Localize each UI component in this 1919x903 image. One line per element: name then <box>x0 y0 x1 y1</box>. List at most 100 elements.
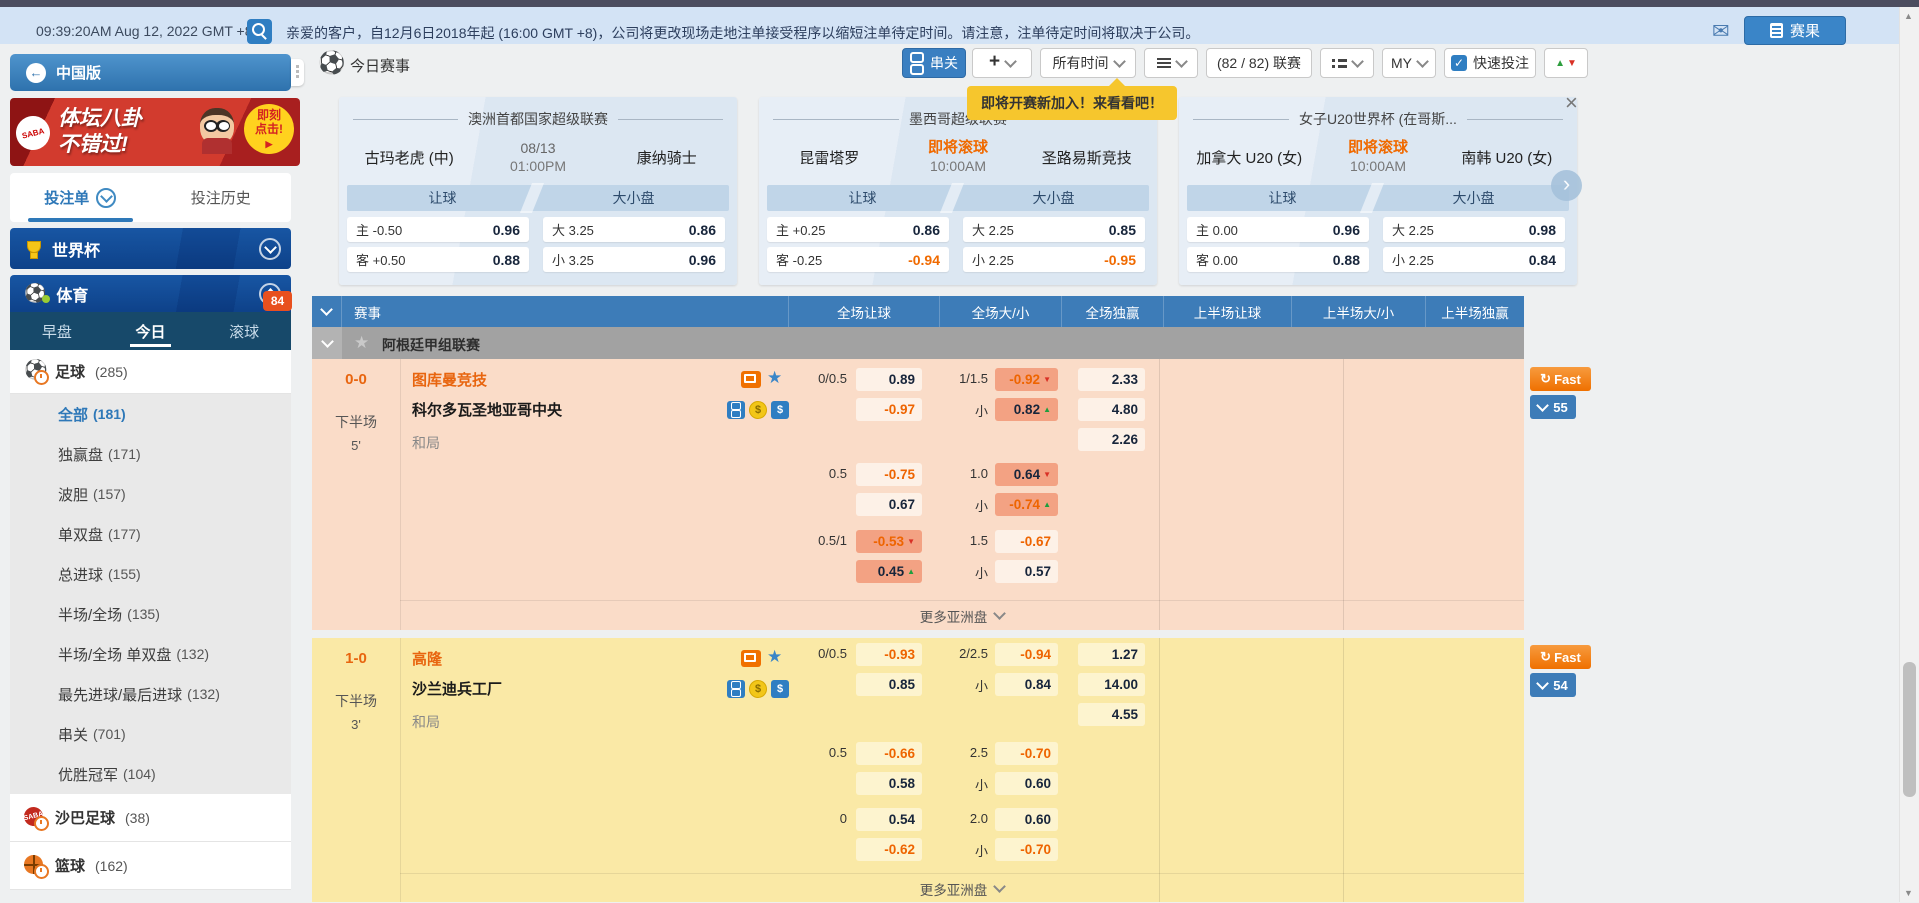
sidebar-item-first-last-goal[interactable]: 最先进球/最后进球(132) <box>10 674 291 714</box>
worldcup-section-button[interactable]: 世界杯 <box>10 228 291 269</box>
league-filter-button[interactable]: (82 / 82) 联赛 <box>1206 48 1312 78</box>
sidebar-item-football[interactable]: ⚽ 足球 (285) <box>10 350 291 394</box>
odds-cell[interactable]: -0.75 <box>856 463 922 486</box>
odds-cell[interactable]: -0.97 <box>856 398 922 421</box>
odds-cell[interactable]: 主 0.000.96 <box>1187 217 1369 242</box>
odds-cell[interactable]: -0.70 <box>995 742 1058 765</box>
view-mode-dropdown[interactable] <box>1320 48 1374 78</box>
results-button[interactable]: 赛果 <box>1744 16 1846 45</box>
fast-bet-button[interactable]: ↻Fast <box>1530 645 1591 669</box>
odds-cell[interactable]: 大 3.250.86 <box>543 217 725 242</box>
sports-section-button[interactable]: ⚽ 体育 <box>10 275 291 312</box>
search-button[interactable] <box>247 19 272 44</box>
favorite-star-icon[interactable]: ★ <box>767 647 782 667</box>
promo-banner[interactable]: SABA 体坛八卦不错过! 即刻点击! ▶ <box>10 98 300 166</box>
sidebar-drag-handle[interactable] <box>291 59 304 86</box>
parlay-available-icon[interactable] <box>727 401 745 419</box>
favorite-star-icon[interactable]: ★ <box>354 333 369 353</box>
sidebar-item-correct-score[interactable]: 波胆(157) <box>10 474 291 514</box>
odds-cell[interactable]: -0.66 <box>856 742 922 765</box>
odds-cell[interactable]: 客 -0.25-0.94 <box>767 247 949 272</box>
odds-cell[interactable]: -0.93 <box>856 643 922 666</box>
sidebar-item-ht-ft[interactable]: 半场/全场(135) <box>10 594 291 634</box>
sidebar-item-outright[interactable]: 优胜冠军(104) <box>10 754 291 794</box>
odds-cell[interactable]: 2.33 <box>1078 368 1145 391</box>
odds-cell[interactable]: -0.62 <box>856 838 922 861</box>
odds-cell[interactable]: 0.60 <box>995 772 1058 795</box>
odds-cell[interactable]: 4.80 <box>1078 398 1145 421</box>
fast-bet-button[interactable]: ↻Fast <box>1530 367 1591 391</box>
market-count-dropdown[interactable]: 54 <box>1530 673 1576 697</box>
scrollbar-thumb[interactable] <box>1903 662 1916 797</box>
odds-cell[interactable]: -0.53▼ <box>856 530 922 553</box>
time-filter-dropdown[interactable]: 所有时间 <box>1040 48 1136 78</box>
next-cards-button[interactable]: › <box>1551 170 1582 201</box>
sidebar-item-ht-ft-odd-even[interactable]: 半场/全场 单双盘(132) <box>10 634 291 674</box>
collapse-league-button[interactable] <box>312 327 342 359</box>
odds-cell[interactable]: 小 2.250.84 <box>1383 247 1565 272</box>
odds-cell[interactable]: 14.00 <box>1078 673 1145 696</box>
page-scrollbar[interactable]: ▲ ▼ <box>1899 7 1919 902</box>
odds-cell[interactable]: 0.89 <box>856 368 922 391</box>
tab-live-markets[interactable]: 滚球 <box>197 312 291 350</box>
tab-early-markets[interactable]: 早盘 <box>10 312 104 350</box>
odds-cell[interactable]: 客 +0.500.88 <box>347 247 529 272</box>
more-asian-lines-button[interactable]: 更多亚洲盘 <box>400 600 1524 630</box>
sidebar-item-parlay[interactable]: 串关(701) <box>10 714 291 754</box>
sidebar-item-moneyline[interactable]: 独赢盘(171) <box>10 434 291 474</box>
odds-cell[interactable]: 0.60 <box>995 808 1058 831</box>
odds-cell[interactable]: 0.45▲ <box>856 560 922 583</box>
odds-sort-button[interactable]: ▲▼ <box>1544 48 1588 78</box>
odds-cell[interactable]: 0.67 <box>856 493 922 516</box>
live-tv-icon[interactable] <box>741 650 761 667</box>
odds-cell[interactable]: 0.64▼ <box>995 463 1058 486</box>
market-count-dropdown[interactable]: 55 <box>1530 395 1576 419</box>
sidebar-item-basketball[interactable]: 篮球 (162) <box>10 842 291 890</box>
tab-bet-slip[interactable]: 投注单 <box>10 173 151 222</box>
favorite-star-icon[interactable]: ★ <box>767 368 782 388</box>
sort-filter-dropdown[interactable] <box>1144 48 1198 78</box>
odds-cell[interactable]: 小 3.250.96 <box>543 247 725 272</box>
odds-cell[interactable]: 0.82▲ <box>995 398 1058 421</box>
mail-icon[interactable]: ✉ <box>1712 19 1730 44</box>
odds-cell[interactable]: 0.57 <box>995 560 1058 583</box>
collapse-all-button[interactable] <box>312 296 342 327</box>
parlay-available-icon[interactable] <box>727 680 745 698</box>
odds-cell[interactable]: 0.84 <box>995 673 1058 696</box>
odds-cell[interactable]: 4.55 <box>1078 703 1145 726</box>
scroll-down-icon[interactable]: ▼ <box>1904 888 1913 898</box>
tab-today-markets[interactable]: 今日 <box>104 312 198 350</box>
dollar-market-icon[interactable]: $ <box>771 680 789 698</box>
odds-cell[interactable]: 0.58 <box>856 772 922 795</box>
odds-cell[interactable]: 0.85 <box>856 673 922 696</box>
odds-cell[interactable]: 1.27 <box>1078 643 1145 666</box>
close-icon[interactable]: × <box>1565 90 1578 116</box>
odds-cell[interactable]: 大 2.250.85 <box>963 217 1145 242</box>
cashout-coin-icon[interactable]: $ <box>749 401 767 419</box>
odds-cell[interactable]: 主 +0.250.86 <box>767 217 949 242</box>
sidebar-item-odd-even[interactable]: 单双盘(177) <box>10 514 291 554</box>
dollar-market-icon[interactable]: $ <box>771 401 789 419</box>
odds-cell[interactable]: -0.92▼ <box>995 368 1058 391</box>
cashout-coin-icon[interactable]: $ <box>749 680 767 698</box>
sidebar-item-all[interactable]: 全部(181) <box>10 394 291 434</box>
odds-cell[interactable]: 大 2.250.98 <box>1383 217 1565 242</box>
live-tv-icon[interactable] <box>741 371 761 388</box>
odds-cell[interactable]: 0.54 <box>856 808 922 831</box>
scroll-up-icon[interactable]: ▲ <box>1904 11 1913 21</box>
odds-cell[interactable]: -0.94 <box>995 643 1058 666</box>
odds-cell[interactable]: -0.67 <box>995 530 1058 553</box>
odds-cell[interactable]: 客 0.000.88 <box>1187 247 1369 272</box>
site-version-button[interactable]: ← 中国版 <box>10 54 291 91</box>
parlay-button[interactable]: 串关 <box>902 48 966 78</box>
odds-type-dropdown[interactable]: MY <box>1382 48 1436 78</box>
tab-bet-history[interactable]: 投注历史 <box>151 173 292 222</box>
quick-bet-toggle[interactable]: ✓ 快速投注 <box>1444 48 1536 78</box>
sidebar-item-total-goals[interactable]: 总进球(155) <box>10 554 291 594</box>
odds-cell[interactable]: -0.74▲ <box>995 493 1058 516</box>
more-asian-lines-button[interactable]: 更多亚洲盘 <box>400 873 1524 903</box>
add-market-button[interactable]: + <box>972 48 1032 78</box>
odds-cell[interactable]: -0.70 <box>995 838 1058 861</box>
odds-cell[interactable]: 主 -0.500.96 <box>347 217 529 242</box>
odds-cell[interactable]: 2.26 <box>1078 428 1145 451</box>
